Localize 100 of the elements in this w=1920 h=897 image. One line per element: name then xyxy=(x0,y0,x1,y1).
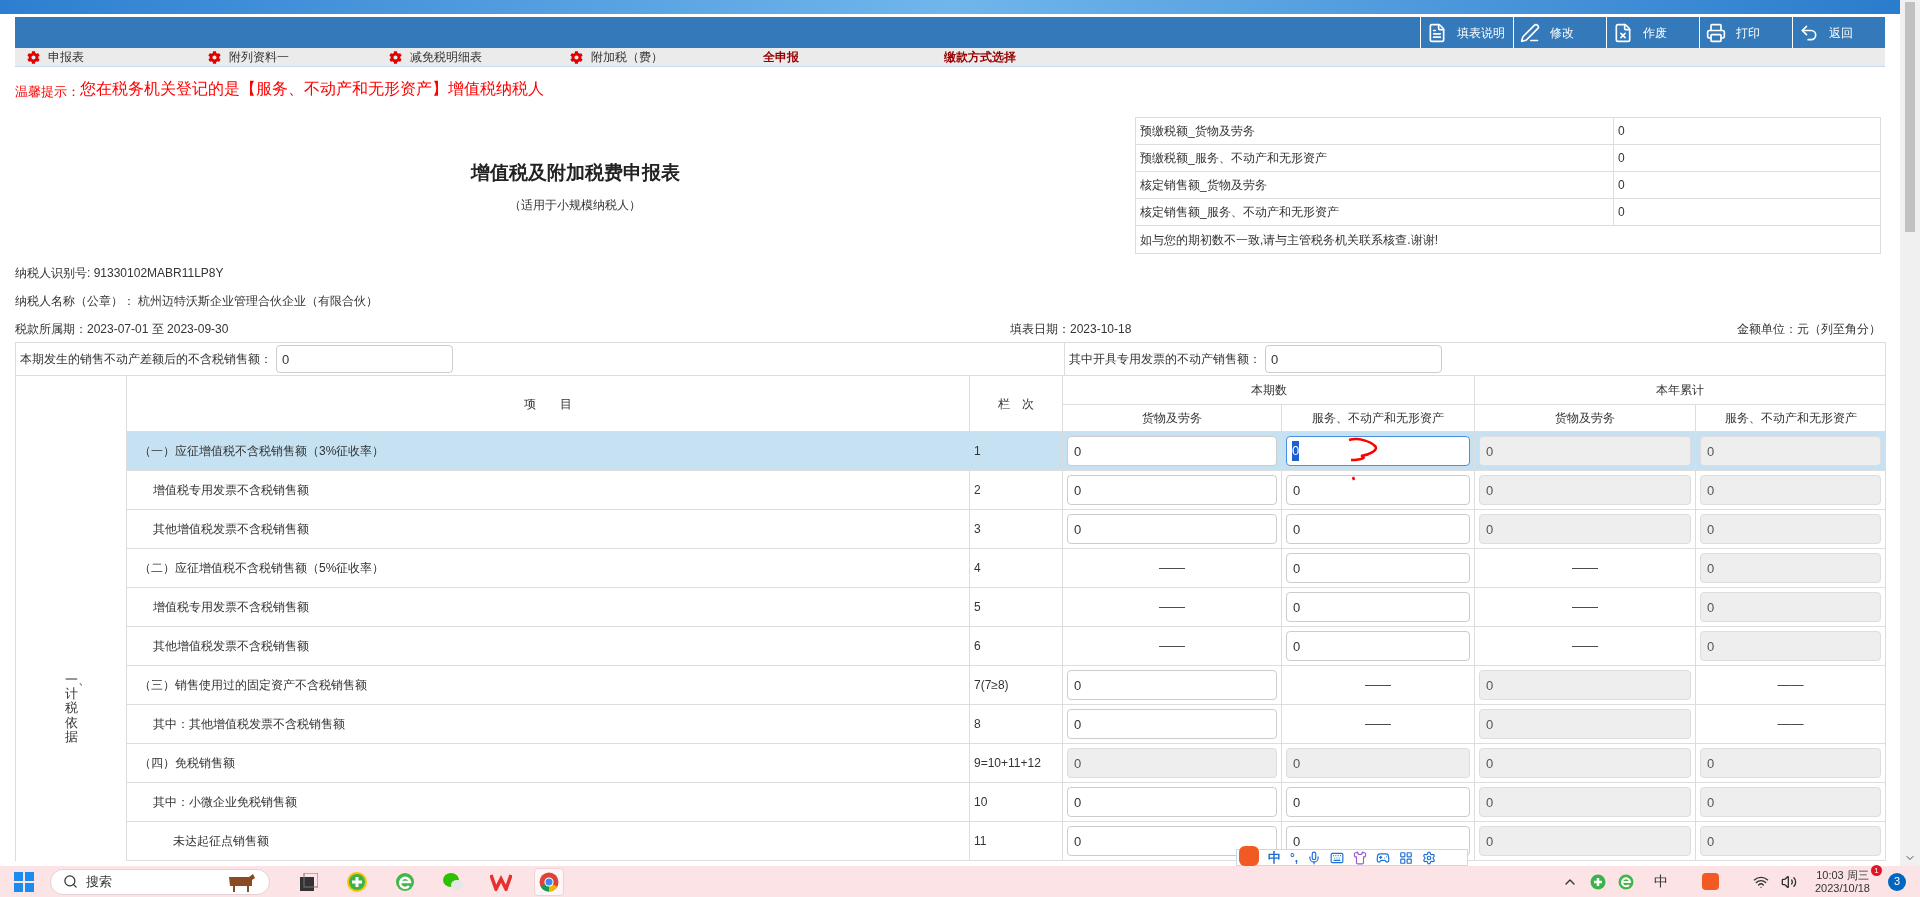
not-applicable-dash: —— xyxy=(1572,598,1598,617)
w-logo-icon xyxy=(490,872,512,891)
table-row[interactable]: 增值税专用发票不含税销售额 5 —— 0 —— 0 xyxy=(127,588,1885,627)
amount-field[interactable]: 0 xyxy=(1067,436,1277,466)
amount-field[interactable]: 0 xyxy=(276,345,453,373)
not-applicable-dash: —— xyxy=(1159,637,1185,656)
not-applicable-dash: —— xyxy=(1572,559,1598,578)
windows-logo-icon[interactable] xyxy=(14,871,34,892)
item-label: （四）免税销售额 xyxy=(139,755,235,772)
form-tab[interactable]: 附加税（费） xyxy=(570,48,751,66)
table-row[interactable]: 增值税专用发票不含税销售额 2 0 0 0 0 xyxy=(127,471,1885,510)
search-icon xyxy=(63,874,78,889)
table-row[interactable]: （一）应征增值税不含税销售额（3%征收率） 1 0 0 0 0 xyxy=(127,432,1885,471)
line-number: 3 xyxy=(974,521,981,538)
field-label: 本期发生的销售不动产差额后的不含税销售额： xyxy=(20,351,272,368)
volume-icon[interactable] xyxy=(1780,873,1797,890)
column-group-header: 本期数 xyxy=(1062,376,1474,405)
amount-field[interactable]: 0 xyxy=(1067,787,1277,817)
search-field[interactable]: 搜索 xyxy=(50,868,270,895)
line-number: 10 xyxy=(974,794,988,811)
gear-icon xyxy=(570,50,583,64)
table-row[interactable]: 其中：其他增值税发票不含税销售额 8 0 —— 0 —— xyxy=(127,705,1885,744)
gear-icon xyxy=(208,50,221,64)
amount-field[interactable]: 0 xyxy=(1286,514,1470,544)
amount-field[interactable]: 0 xyxy=(1067,670,1277,700)
line-number: 7(7≥8) xyxy=(974,677,1009,694)
table-row[interactable]: （三）销售使用过的固定资产不含税销售额 7(7≥8) 0 —— 0 —— xyxy=(127,666,1885,705)
amount-field[interactable]: 0 xyxy=(1286,475,1470,505)
amount-field[interactable]: 0 xyxy=(1286,787,1470,817)
table-row[interactable]: 其中：小微企业免税销售额 10 0 0 0 0 xyxy=(127,783,1885,822)
form-tab[interactable]: 缴款方式选择 xyxy=(932,48,1113,66)
clock[interactable]: 10:03 周三 2023/10/18 xyxy=(1814,868,1870,895)
notice-label: 温馨提示： xyxy=(15,82,80,101)
line-number: 9=10+11+12 xyxy=(974,755,1041,772)
amount-field[interactable]: 0 xyxy=(1067,475,1277,505)
form-tab[interactable]: 附列资料一 xyxy=(208,48,389,66)
not-applicable-dash: —— xyxy=(1365,676,1391,695)
not-applicable-dash: —— xyxy=(1777,715,1804,734)
table-cell: 预缴税额_服务、不动产和无形资产 xyxy=(1136,145,1614,171)
keyboard-icon[interactable] xyxy=(1330,850,1345,865)
e-browser-icon[interactable] xyxy=(1617,873,1634,890)
plus-circle-icon xyxy=(347,871,367,892)
line-number: 4 xyxy=(974,560,981,577)
file-x-icon xyxy=(1613,22,1633,43)
fill-date: 填表日期：2023-10-18 xyxy=(1010,321,1133,338)
line-number: 6 xyxy=(974,638,981,655)
item-label: 其中：其他增值税发票不含税销售额 xyxy=(153,716,345,733)
gear-icon xyxy=(27,50,40,64)
amount-field[interactable]: 0 xyxy=(1286,631,1470,661)
amount-field[interactable]: 0 xyxy=(1265,345,1442,373)
item-label: 其他增值税发票不含税销售额 xyxy=(153,521,309,538)
notification-count[interactable]: 3 xyxy=(1888,872,1906,891)
task-view-icon xyxy=(300,872,318,891)
plus-circle-icon[interactable] xyxy=(1589,873,1606,890)
table-cell: 核定销售额_服务、不动产和无形资产 xyxy=(1136,199,1614,225)
item-label: 增值税专用发票不含税销售额 xyxy=(153,599,309,616)
pencil-icon xyxy=(1520,22,1540,43)
s-logo-icon[interactable] xyxy=(1701,873,1719,890)
line-number: 5 xyxy=(974,599,981,616)
printer-icon xyxy=(1706,22,1726,43)
shirt-icon[interactable] xyxy=(1353,850,1368,865)
table-cell: 预缴税额_货物及劳务 xyxy=(1136,118,1614,144)
gamepad-icon[interactable] xyxy=(1376,850,1391,865)
item-label: （一）应征增值税不含税销售额（3%征收率） xyxy=(139,443,385,460)
item-label: 增值税专用发票不含税销售额 xyxy=(153,482,309,499)
gear-icon xyxy=(389,50,402,64)
form-tab[interactable]: 全申报 xyxy=(751,48,932,66)
form-tab[interactable]: 减免税明细表 xyxy=(389,48,570,66)
amount-field[interactable]: 0 xyxy=(1067,514,1277,544)
column-header: 项 目 xyxy=(523,395,573,413)
microphone-icon[interactable] xyxy=(1307,850,1322,865)
table-cell-text: 如与您的期初数不一致,请与主管税务机关联系核查.谢谢! xyxy=(1139,231,1439,249)
table-cell-text: 0 xyxy=(1617,150,1626,167)
settings-icon[interactable] xyxy=(1422,850,1437,865)
table-cell-text: 0 xyxy=(1617,177,1626,194)
table-cell-text: 0 xyxy=(1617,204,1626,221)
scrollbar-thumb[interactable] xyxy=(1905,2,1915,232)
table-row[interactable]: 其他增值税发票不含税销售额 6 —— 0 —— 0 xyxy=(127,627,1885,666)
line-number: 8 xyxy=(974,716,981,733)
not-applicable-dash: —— xyxy=(1159,598,1185,617)
amount-field[interactable]: 0 xyxy=(1286,553,1470,583)
amount-field[interactable]: 0 xyxy=(1286,592,1470,622)
e-browser-icon xyxy=(395,871,415,892)
table-row[interactable]: 其他增值税发票不含税销售额 3 0 0 0 0 xyxy=(127,510,1885,549)
amount-field[interactable]: 0 xyxy=(1067,709,1277,739)
ime-indicator[interactable]: 中 xyxy=(1653,871,1668,892)
not-applicable-dash: —— xyxy=(1365,715,1391,734)
form-tab[interactable]: 申报表 xyxy=(27,48,208,66)
table-row[interactable]: （二）应征增值税不含税销售额（5%征收率） 4 —— 0 —— 0 xyxy=(127,549,1885,588)
grid-icon[interactable] xyxy=(1399,850,1414,865)
amount-unit: 金额单位：元（列至角分） xyxy=(1737,321,1881,338)
line-number: 11 xyxy=(974,833,987,850)
amount-field[interactable]: 0 xyxy=(1286,436,1470,466)
column-header: 栏 次 xyxy=(969,376,1062,431)
table-cell-text: 0 xyxy=(1617,123,1626,140)
line-number: 2 xyxy=(974,482,981,499)
form-title: 增值税及附加税费申报表 xyxy=(470,161,680,185)
table-cell: 核定销售额_货物及劳务 xyxy=(1136,172,1614,198)
item-label: 其他增值税发票不含税销售额 xyxy=(153,638,309,655)
not-applicable-dash: —— xyxy=(1159,559,1185,578)
